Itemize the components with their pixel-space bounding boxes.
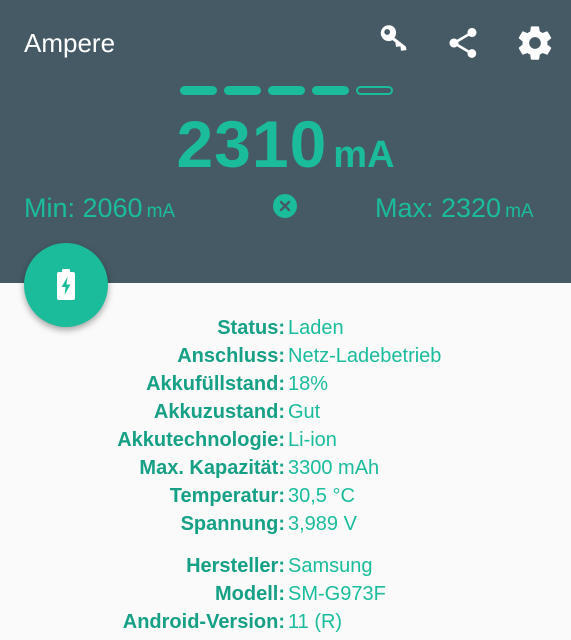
app-title: Ampere bbox=[24, 28, 116, 58]
battery-charging-icon bbox=[57, 269, 75, 300]
current-value: 2310 bbox=[176, 107, 328, 181]
info-row: Akkuzustand: Gut bbox=[0, 398, 571, 426]
min-reading: Min: 2060 mA bbox=[24, 193, 175, 224]
max-reading: Max: 2320 mA bbox=[375, 193, 534, 224]
info-value: 11 (R) bbox=[288, 611, 343, 633]
info-value: Laden bbox=[288, 317, 344, 339]
device-info-section: Hersteller: Samsung Modell: SM-G973F Andro… bbox=[0, 552, 571, 636]
level-bar-filled bbox=[268, 86, 305, 95]
min-value: Min: 2060 bbox=[24, 193, 143, 223]
info-label: Modell: bbox=[215, 583, 285, 605]
app-header: Ampere 2310 mA Min: 2060 mA Max: 2320 mA bbox=[0, 0, 571, 283]
info-label: Hersteller: bbox=[186, 555, 285, 577]
current-unit: mA bbox=[333, 134, 395, 176]
info-list: Status: Laden Anschluss: Netz-Ladebetrieb … bbox=[0, 314, 571, 636]
min-unit: mA bbox=[146, 201, 176, 222]
info-value: 18% bbox=[288, 373, 329, 395]
battery-info-section: Status: Laden Anschluss: Netz-Ladebetrieb … bbox=[0, 314, 571, 538]
info-value: Samsung bbox=[288, 555, 373, 577]
key-icon[interactable] bbox=[368, 20, 414, 66]
info-value: 30,5 °C bbox=[288, 485, 355, 507]
info-value: Netz-Ladebetrieb bbox=[288, 345, 442, 367]
current-reading: 2310 mA bbox=[0, 106, 571, 182]
level-bar-filled bbox=[312, 86, 349, 95]
info-value: Li-ion bbox=[288, 429, 337, 451]
level-bar-empty bbox=[356, 86, 393, 95]
info-row: Spannung: 3,989 V bbox=[0, 510, 571, 538]
info-row: Akkufüllstand: 18% bbox=[0, 370, 571, 398]
info-value: Gut bbox=[288, 401, 321, 423]
max-unit: mA bbox=[505, 201, 534, 222]
info-row: Hersteller: Samsung bbox=[0, 552, 571, 580]
info-row: Status: Laden bbox=[0, 314, 571, 342]
info-row: Android-Version: 11 (R) bbox=[0, 608, 571, 636]
info-value: 3300 mAh bbox=[288, 457, 380, 479]
info-label: Temperatur: bbox=[169, 485, 285, 507]
info-label: Max. Kapazität: bbox=[139, 457, 285, 479]
gear-icon[interactable] bbox=[512, 20, 558, 66]
info-row: Temperatur: 30,5 °C bbox=[0, 482, 571, 510]
info-row: Akkutechnologie: Li-ion bbox=[0, 426, 571, 454]
info-label: Akkutechnologie: bbox=[117, 429, 285, 451]
level-bar-filled bbox=[224, 86, 261, 95]
level-bar-filled bbox=[180, 86, 217, 95]
max-value: Max: 2320 bbox=[375, 193, 502, 223]
info-label: Android-Version: bbox=[122, 611, 285, 633]
info-label: Akkuzustand: bbox=[153, 401, 285, 423]
info-row: Modell: SM-G973F bbox=[0, 580, 571, 608]
charge-level-indicator bbox=[180, 86, 393, 96]
info-value: 3,989 V bbox=[288, 513, 357, 535]
info-row: Max. Kapazität: 3300 mAh bbox=[0, 454, 571, 482]
reset-minmax-icon[interactable] bbox=[273, 194, 297, 218]
info-value: SM-G973F bbox=[288, 583, 386, 605]
info-row: Anschluss: Netz-Ladebetrieb bbox=[0, 342, 571, 370]
info-label: Anschluss: bbox=[177, 345, 285, 367]
info-label: Spannung: bbox=[180, 513, 285, 535]
info-label: Status: bbox=[217, 317, 285, 339]
share-icon[interactable] bbox=[440, 20, 486, 66]
info-label: Akkufüllstand: bbox=[146, 373, 285, 395]
